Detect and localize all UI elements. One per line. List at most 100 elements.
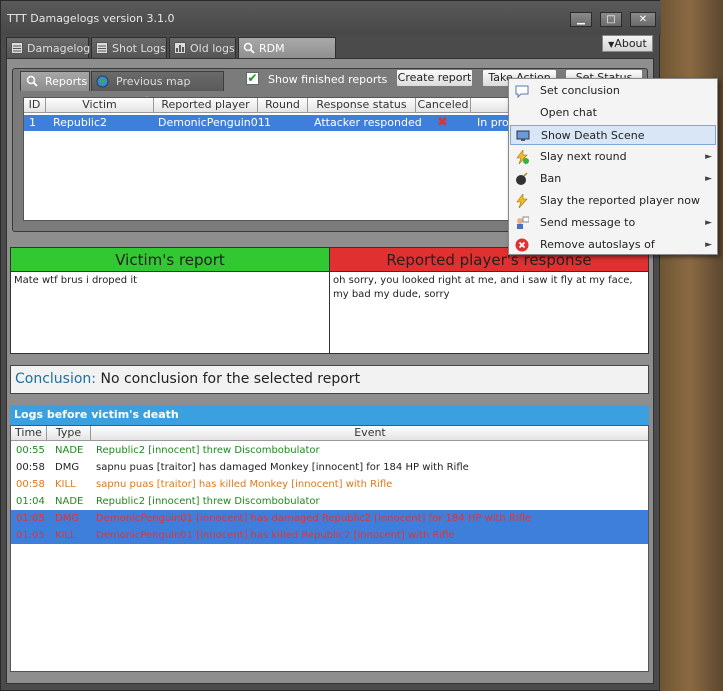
cell-type: NADE	[55, 496, 84, 507]
list-icon	[96, 42, 108, 54]
column-header[interactable]: Reported player	[154, 98, 258, 113]
victim-report-text: Mate wtf brus i droped it	[10, 271, 330, 354]
menu-item-label: Show Death Scene	[541, 129, 645, 142]
tab-reports[interactable]: Reports	[20, 71, 90, 91]
cell-event: sapnu puas [traitor] has damaged Monkey …	[96, 462, 469, 473]
menu-item-label: Remove autoslays of	[540, 238, 655, 251]
tab-label: Reports	[45, 75, 88, 88]
column-header[interactable]: Canceled	[416, 98, 471, 113]
comment-icon	[515, 84, 529, 99]
title-bar[interactable]: TTT Damagelogs version 3.1.0 ▁ □ ✕	[1, 1, 661, 35]
cell-victim: Republic2	[53, 116, 108, 129]
show-finished-label: Show finished reports	[268, 73, 388, 86]
victim-report-header: Victim's report	[10, 247, 330, 272]
column-header[interactable]: Event	[91, 426, 648, 441]
tab-shot-logs[interactable]: Shot Logs	[91, 37, 167, 59]
menu-item-label: Set conclusion	[540, 84, 620, 97]
cell-type: DMG	[55, 462, 80, 473]
maximize-button[interactable]: □	[600, 12, 622, 27]
cancel-icon	[515, 238, 529, 252]
about-button[interactable]: ▼About	[602, 35, 653, 52]
menu-item-open-chat[interactable]: Open chat	[510, 103, 716, 123]
menu-item-label: Send message to	[540, 216, 636, 229]
conclusion-bar: Conclusion: No conclusion for the select…	[10, 365, 649, 394]
about-label: About	[614, 37, 647, 50]
menu-item-label: Open chat	[540, 106, 597, 119]
submenu-arrow-icon: ►	[705, 152, 712, 162]
conclusion-label: Conclusion:	[15, 371, 97, 387]
menu-item-slay-next-round[interactable]: Slay next round ►	[510, 147, 716, 167]
menu-item-show-death-scene[interactable]: Show Death Scene	[510, 125, 716, 145]
chart-icon	[174, 42, 186, 54]
tab-previous-map-reports[interactable]: Previous map reports	[91, 71, 224, 107]
menu-item-set-conclusion[interactable]: Set conclusion	[510, 81, 716, 101]
table-row[interactable]: 01:05 DMG DemonicPenguin01 [innocent] has …	[11, 510, 648, 527]
menu-item-label: Slay the reported player now	[540, 194, 700, 207]
column-header[interactable]: Response status	[308, 98, 416, 113]
logs-table: Time Type Event 00:55 NADE Republic2 [inno…	[10, 425, 649, 672]
lightning-icon	[515, 193, 529, 209]
table-row[interactable]: 01:05 KILL DemonicPenguin01 [innocent] has…	[11, 527, 648, 544]
column-header[interactable]: Victim	[46, 98, 154, 113]
cell-type: KILL	[55, 530, 76, 541]
cell-type: DMG	[55, 513, 80, 524]
column-header[interactable]: Round	[258, 98, 308, 113]
menu-item-label: Slay next round	[540, 150, 627, 163]
cell-time: 00:58	[16, 462, 45, 473]
column-header[interactable]: Type	[47, 426, 91, 441]
cell-time: 00:58	[16, 479, 45, 490]
monitor-icon	[516, 129, 530, 143]
cell-id: 1	[29, 116, 36, 129]
table-row[interactable]: 00:58 KILL sapnu puas [traitor] has killed…	[11, 476, 648, 493]
chat-icon	[515, 106, 529, 120]
search-icon	[26, 75, 38, 87]
cell-time: 01:05	[16, 513, 45, 524]
tab-damagelog[interactable]: Damagelog	[6, 37, 91, 59]
tab-label: Damagelog	[27, 42, 91, 55]
cell-reported: DemonicPenguin01	[158, 116, 265, 129]
cell-event: DemonicPenguin01 [innocent] has killed R…	[96, 530, 455, 541]
tab-old-logs[interactable]: Old logs	[169, 37, 236, 59]
bomb-icon	[515, 172, 529, 186]
window-title: TTT Damagelogs version 3.1.0	[7, 12, 175, 25]
list-icon	[11, 42, 23, 54]
canceled-x-icon: ✖	[437, 115, 448, 130]
column-header[interactable]: Time	[11, 426, 47, 441]
cell-time: 01:04	[16, 496, 45, 507]
submenu-arrow-icon: ►	[705, 218, 712, 228]
reported-response-text: oh sorry, you looked right at me, and i …	[329, 271, 649, 354]
lightning-add-icon	[515, 149, 529, 165]
minimize-button[interactable]: ▁	[570, 12, 592, 27]
table-row[interactable]: 00:58 DMG sapnu puas [traitor] has damaged…	[11, 459, 648, 476]
show-finished-checkbox[interactable]: ✔	[246, 72, 259, 85]
menu-item-remove-autoslays-of[interactable]: Remove autoslays of ►	[510, 235, 716, 255]
cell-status: In pro	[477, 116, 509, 129]
table-row[interactable]: 01:04 NADE Republic2 [innocent] threw Disc…	[11, 493, 648, 510]
logs-header: Logs before victim's death	[10, 405, 649, 425]
submenu-arrow-icon: ►	[705, 240, 712, 250]
cell-event: Republic2 [innocent] threw Discombobulat…	[96, 496, 320, 507]
cell-type: KILL	[55, 479, 76, 490]
menu-item-slay-the-reported-player-now[interactable]: Slay the reported player now	[510, 191, 716, 211]
conclusion-text: No conclusion for the selected report	[100, 371, 361, 387]
cell-time: 00:55	[16, 445, 45, 456]
user-comment-icon	[515, 216, 530, 230]
create-report-button[interactable]: Create report	[396, 69, 473, 87]
close-button[interactable]: ✕	[630, 12, 656, 27]
cell-event: Republic2 [innocent] threw Discombobulat…	[96, 445, 320, 456]
cell-event: DemonicPenguin01 [innocent] has damaged …	[96, 513, 532, 524]
cell-event: sapnu puas [traitor] has killed Monkey […	[96, 479, 393, 490]
menu-item-ban[interactable]: Ban ►	[510, 169, 716, 189]
cell-type: NADE	[55, 445, 84, 456]
tab-label: Shot Logs	[112, 42, 166, 55]
column-header[interactable]: ID	[24, 98, 46, 113]
table-row[interactable]: 00:55 NADE Republic2 [innocent] threw Disc…	[11, 442, 648, 459]
cell-round: 1	[264, 116, 271, 129]
menu-item-label: Ban	[540, 172, 562, 185]
submenu-arrow-icon: ►	[705, 174, 712, 184]
globe-icon	[96, 75, 109, 88]
take-action-menu: Set conclusion Open chat Show Death Scene S…	[508, 78, 718, 255]
search-icon	[243, 42, 255, 54]
menu-item-send-message-to[interactable]: Send message to ►	[510, 213, 716, 233]
tab-label: Old logs	[190, 42, 235, 55]
